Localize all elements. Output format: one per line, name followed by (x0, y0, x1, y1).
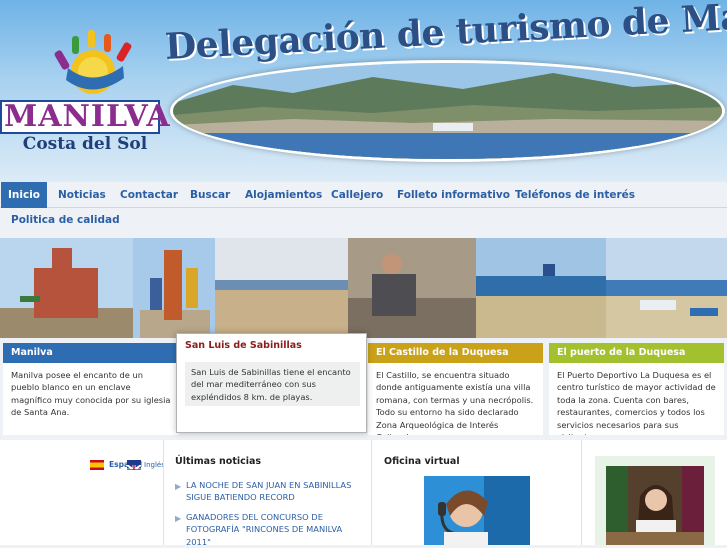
language-english-link[interactable]: Inglés (144, 461, 165, 469)
nav-item-alojamientos[interactable]: Alojamientos (245, 182, 322, 208)
nav-item-telefonos[interactable]: Teléfonos de interés (515, 182, 635, 208)
sub-nav: Politica de calidad (0, 208, 727, 238)
nav-item-contactar[interactable]: Contactar (120, 182, 178, 208)
feature-text: San Luis de Sabinillas tiene el encanto … (185, 362, 360, 406)
virtual-office-operator-image[interactable] (424, 476, 530, 545)
nav-item-buscar[interactable]: Buscar (190, 182, 230, 208)
news-item[interactable]: GANADORES DEL CONCURSO DE FOTOGRAFÍA "RI… (186, 511, 361, 548)
feature-text: Manilva posee el encanto de un pueblo bl… (11, 370, 171, 418)
logo-text: MANILVA (0, 100, 170, 134)
feature-text: El Castillo, se encuentra situado donde … (376, 370, 534, 435)
coast-panorama-image (170, 60, 725, 162)
language-column: Español Inglés (0, 440, 165, 545)
nav-item-noticias[interactable]: Noticias (58, 182, 106, 208)
spain-flag-icon[interactable] (90, 460, 104, 470)
manilva-sun-logo-icon (54, 30, 132, 94)
feature-manilva[interactable]: Manilva Manilva posee el encanto de un p… (3, 343, 179, 435)
nav-item-callejero[interactable]: Callejero (331, 182, 383, 208)
office-column: Oficina virtual (371, 440, 581, 545)
mayor-column (581, 440, 727, 545)
office-title: Oficina virtual (384, 456, 460, 467)
photo-strip (0, 238, 727, 338)
nav-item-politica-calidad[interactable]: Politica de calidad (11, 208, 120, 232)
feature-puerto-duquesa[interactable]: El puerto de la Duquesa El Puerto Deport… (549, 343, 724, 435)
feature-title: El puerto de la Duquesa (549, 343, 724, 363)
site-header: MANILVA Costa del Sol Delegación de turi… (0, 0, 727, 182)
feature-title: El Castillo de la Duquesa (368, 343, 543, 363)
news-title: Últimas noticias (175, 456, 262, 467)
nav-item-folleto[interactable]: Folleto informativo (397, 182, 510, 208)
feature-castillo-duquesa[interactable]: El Castillo de la Duquesa El Castillo, s… (368, 343, 543, 435)
uk-flag-icon[interactable] (127, 460, 141, 470)
news-bullet-icon: ▶ (175, 482, 182, 491)
logo-subtitle: Costa del Sol (22, 134, 148, 154)
main-nav: Inicio Noticias Contactar Buscar Alojami… (0, 182, 727, 208)
news-bullet-icon: ▶ (175, 514, 182, 523)
news-item[interactable]: LA NOCHE DE SAN JUAN EN SABINILLAS SIGUE… (186, 479, 361, 504)
official-portrait-image[interactable] (606, 466, 704, 545)
site-title: Delegación de turismo de Manilva (163, 0, 727, 68)
feature-text: El Puerto Deportivo La Duquesa es el cen… (557, 370, 716, 435)
feature-title: Manilva (3, 343, 179, 363)
nav-item-inicio[interactable]: Inicio (1, 182, 47, 208)
feature-title: San Luis de Sabinillas (185, 340, 302, 351)
mayor-photo-frame (595, 456, 715, 545)
feature-sabinillas[interactable]: San Luis de Sabinillas San Luis de Sabin… (176, 333, 367, 433)
